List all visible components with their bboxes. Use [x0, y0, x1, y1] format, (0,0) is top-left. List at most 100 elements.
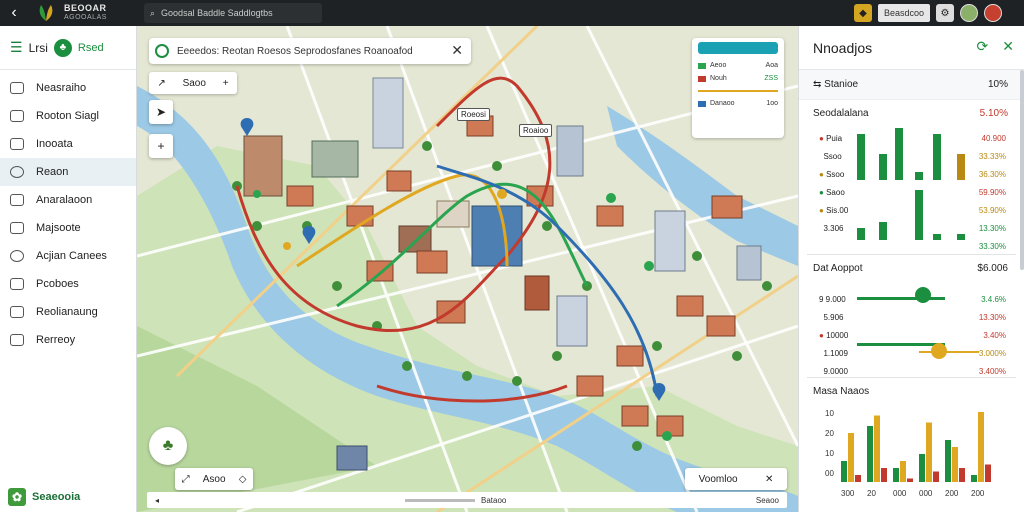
y-tick-label: 20: [825, 429, 834, 438]
sidebar-item-8[interactable]: Pcoboes: [0, 270, 136, 298]
sidebar: ☰ Lrsi ♣ Rsed Neasraiho Rooton Siagl Ino…: [0, 26, 137, 512]
y-tick-label: 00: [825, 469, 834, 478]
x-tick-label: 000: [893, 489, 907, 498]
back-arrow-icon[interactable]: ‹: [0, 0, 28, 26]
calendar-icon: [10, 334, 24, 346]
chart-1-label: 3.306: [823, 224, 844, 233]
chart-bar: [959, 468, 965, 482]
search-icon: ⌕: [150, 7, 156, 18]
pin-icon: [10, 166, 24, 178]
sidebar-item-3[interactable]: Inooata: [0, 130, 136, 158]
global-search-input[interactable]: ⌕ Goodsal Baddle Saddlogtbs: [144, 3, 322, 23]
map-legend: Aeoo Aoa Nouh ZSS Danaoo 1oo: [692, 38, 784, 138]
chart-1: ● Puia Ssoo ● Ssoo ● Saoo ● Sis.00 3.306…: [799, 126, 1024, 254]
chart-2-label: 9.0000: [823, 367, 848, 376]
sidebar-footer[interactable]: ✿ Seaeooia: [8, 488, 80, 506]
x-tick-label: 000: [919, 489, 933, 498]
chart-2-label: ● 10000: [819, 331, 849, 340]
sidebar-item-4[interactable]: Reaon: [0, 158, 136, 186]
zoom-in-button[interactable]: +: [149, 134, 173, 158]
x-tick-label: 200: [971, 489, 985, 498]
x-tick-label: 20: [867, 489, 876, 498]
chart-bar: [919, 454, 925, 482]
compass-icon[interactable]: ♣: [149, 427, 187, 465]
chart-bar: [952, 447, 958, 482]
chart-bar: [874, 415, 880, 482]
chart-bar: [926, 422, 932, 482]
user-avatar[interactable]: [984, 4, 1002, 22]
chart-bar: [907, 478, 913, 482]
map-scale-bar: ◂ Bataoo Seaoo: [147, 492, 787, 508]
section-2-header: Dat Aoppot $6.006: [813, 262, 1008, 274]
account-pill[interactable]: Beasdcoo: [877, 4, 930, 22]
route-selector[interactable]: ↗ Saoo +: [149, 72, 237, 94]
chart-2-label: 1.1009: [823, 349, 848, 358]
chart-bar: [978, 412, 984, 482]
avatar[interactable]: [960, 4, 978, 22]
map-layer-button[interactable]: ⤢ Asoo ◇: [175, 468, 253, 490]
y-tick-label: 10: [825, 409, 834, 418]
panel-title: Nnoadjos: [813, 39, 873, 56]
document-icon: [10, 222, 24, 234]
map-view-toggle[interactable]: Voomloo ✕: [685, 468, 787, 490]
top-bar: ‹ BEOOAR AGOOALAS ⌕ Goodsal Baddle Saddl…: [0, 0, 1024, 26]
brand-logo-icon: [34, 3, 58, 23]
map-view[interactable]: Eeeedos: Reotan Roesos Seprodosfanes Roa…: [137, 26, 798, 512]
x-tick-label: 200: [945, 489, 959, 498]
sidebar-item-9[interactable]: Reolianaung: [0, 298, 136, 326]
chart-bar: [971, 475, 977, 482]
panel-header: Nnoadjos ⟳ ✕: [799, 26, 1024, 70]
chart-bar: [933, 471, 939, 482]
chart-1-label: ● Saoo: [819, 188, 845, 197]
chart-bar: [841, 461, 847, 482]
home-icon: [10, 82, 24, 94]
menu-icon[interactable]: ☰: [10, 39, 23, 56]
chart-bar: [855, 475, 861, 482]
brand-name: BEOOAR AGOOALAS: [64, 3, 107, 22]
chart-1-label: Ssoo: [823, 152, 842, 161]
layers-icon: ⤢: [181, 473, 190, 485]
report-icon: [10, 306, 24, 318]
box-icon: [10, 278, 24, 290]
chart-bar: [867, 426, 873, 482]
location-target-icon: [155, 44, 169, 58]
sidebar-item-1[interactable]: Neasraiho: [0, 74, 136, 102]
navigate-icon[interactable]: ➤: [149, 100, 173, 124]
sidebar-title: Lrsi: [28, 40, 48, 55]
map-search-input[interactable]: Eeeedos: Reotan Roesos Seprodosfanes Roa…: [149, 38, 471, 64]
chart-bar: [848, 433, 854, 482]
refresh-icon[interactable]: ⟳: [977, 38, 989, 55]
gear-icon: [10, 250, 24, 262]
chart-1-label: ● Puia: [819, 134, 843, 143]
sidebar-subtitle: Rsed: [77, 41, 104, 54]
section-1-header: Seodalalana 5.10%: [813, 107, 1008, 119]
legend-header: [698, 42, 778, 54]
chart-1-label: ● Sis.00: [819, 206, 849, 215]
section-3-header: Masa Naaos: [813, 385, 870, 397]
sidebar-item-6[interactable]: Majsoote: [0, 214, 136, 242]
settings-icon[interactable]: ⚙: [936, 4, 954, 22]
chart-2-label: 5.906: [823, 313, 844, 322]
chart-2: 9 9.000 5.906 ● 10000 1.1009 9.0000 3.4.…: [799, 281, 1024, 377]
chart-2-label: 9 9.000: [819, 295, 846, 304]
pin-label: Roaioo: [519, 124, 553, 137]
sidebar-item-7[interactable]: Acjian Canees: [0, 242, 136, 270]
sidebar-item-10[interactable]: Rerreoy: [0, 326, 136, 354]
leaf-badge-icon: ♣: [53, 38, 72, 57]
chart-3-bars: 10 20 10 00 300 20 000 000 200 200: [825, 409, 991, 498]
sidebar-item-5[interactable]: Anaralaoon: [0, 186, 136, 214]
chart-1-label: ● Ssoo: [819, 170, 845, 179]
leaf-icon: ✿: [8, 488, 26, 506]
location-icon[interactable]: ◆: [853, 4, 872, 22]
chart-bar: [945, 440, 951, 482]
directions-icon: ↗: [157, 77, 166, 89]
close-icon[interactable]: ✕: [765, 474, 773, 485]
close-icon[interactable]: ✕: [451, 42, 463, 59]
chart-bar: [893, 468, 899, 482]
diamond-icon: ◇: [238, 473, 247, 485]
add-stop-icon[interactable]: +: [223, 78, 229, 89]
chart-bar: [985, 464, 991, 482]
close-icon[interactable]: ✕: [1002, 38, 1014, 55]
sidebar-item-2[interactable]: Rooton Siagl: [0, 102, 136, 130]
x-tick-label: 300: [841, 489, 855, 498]
